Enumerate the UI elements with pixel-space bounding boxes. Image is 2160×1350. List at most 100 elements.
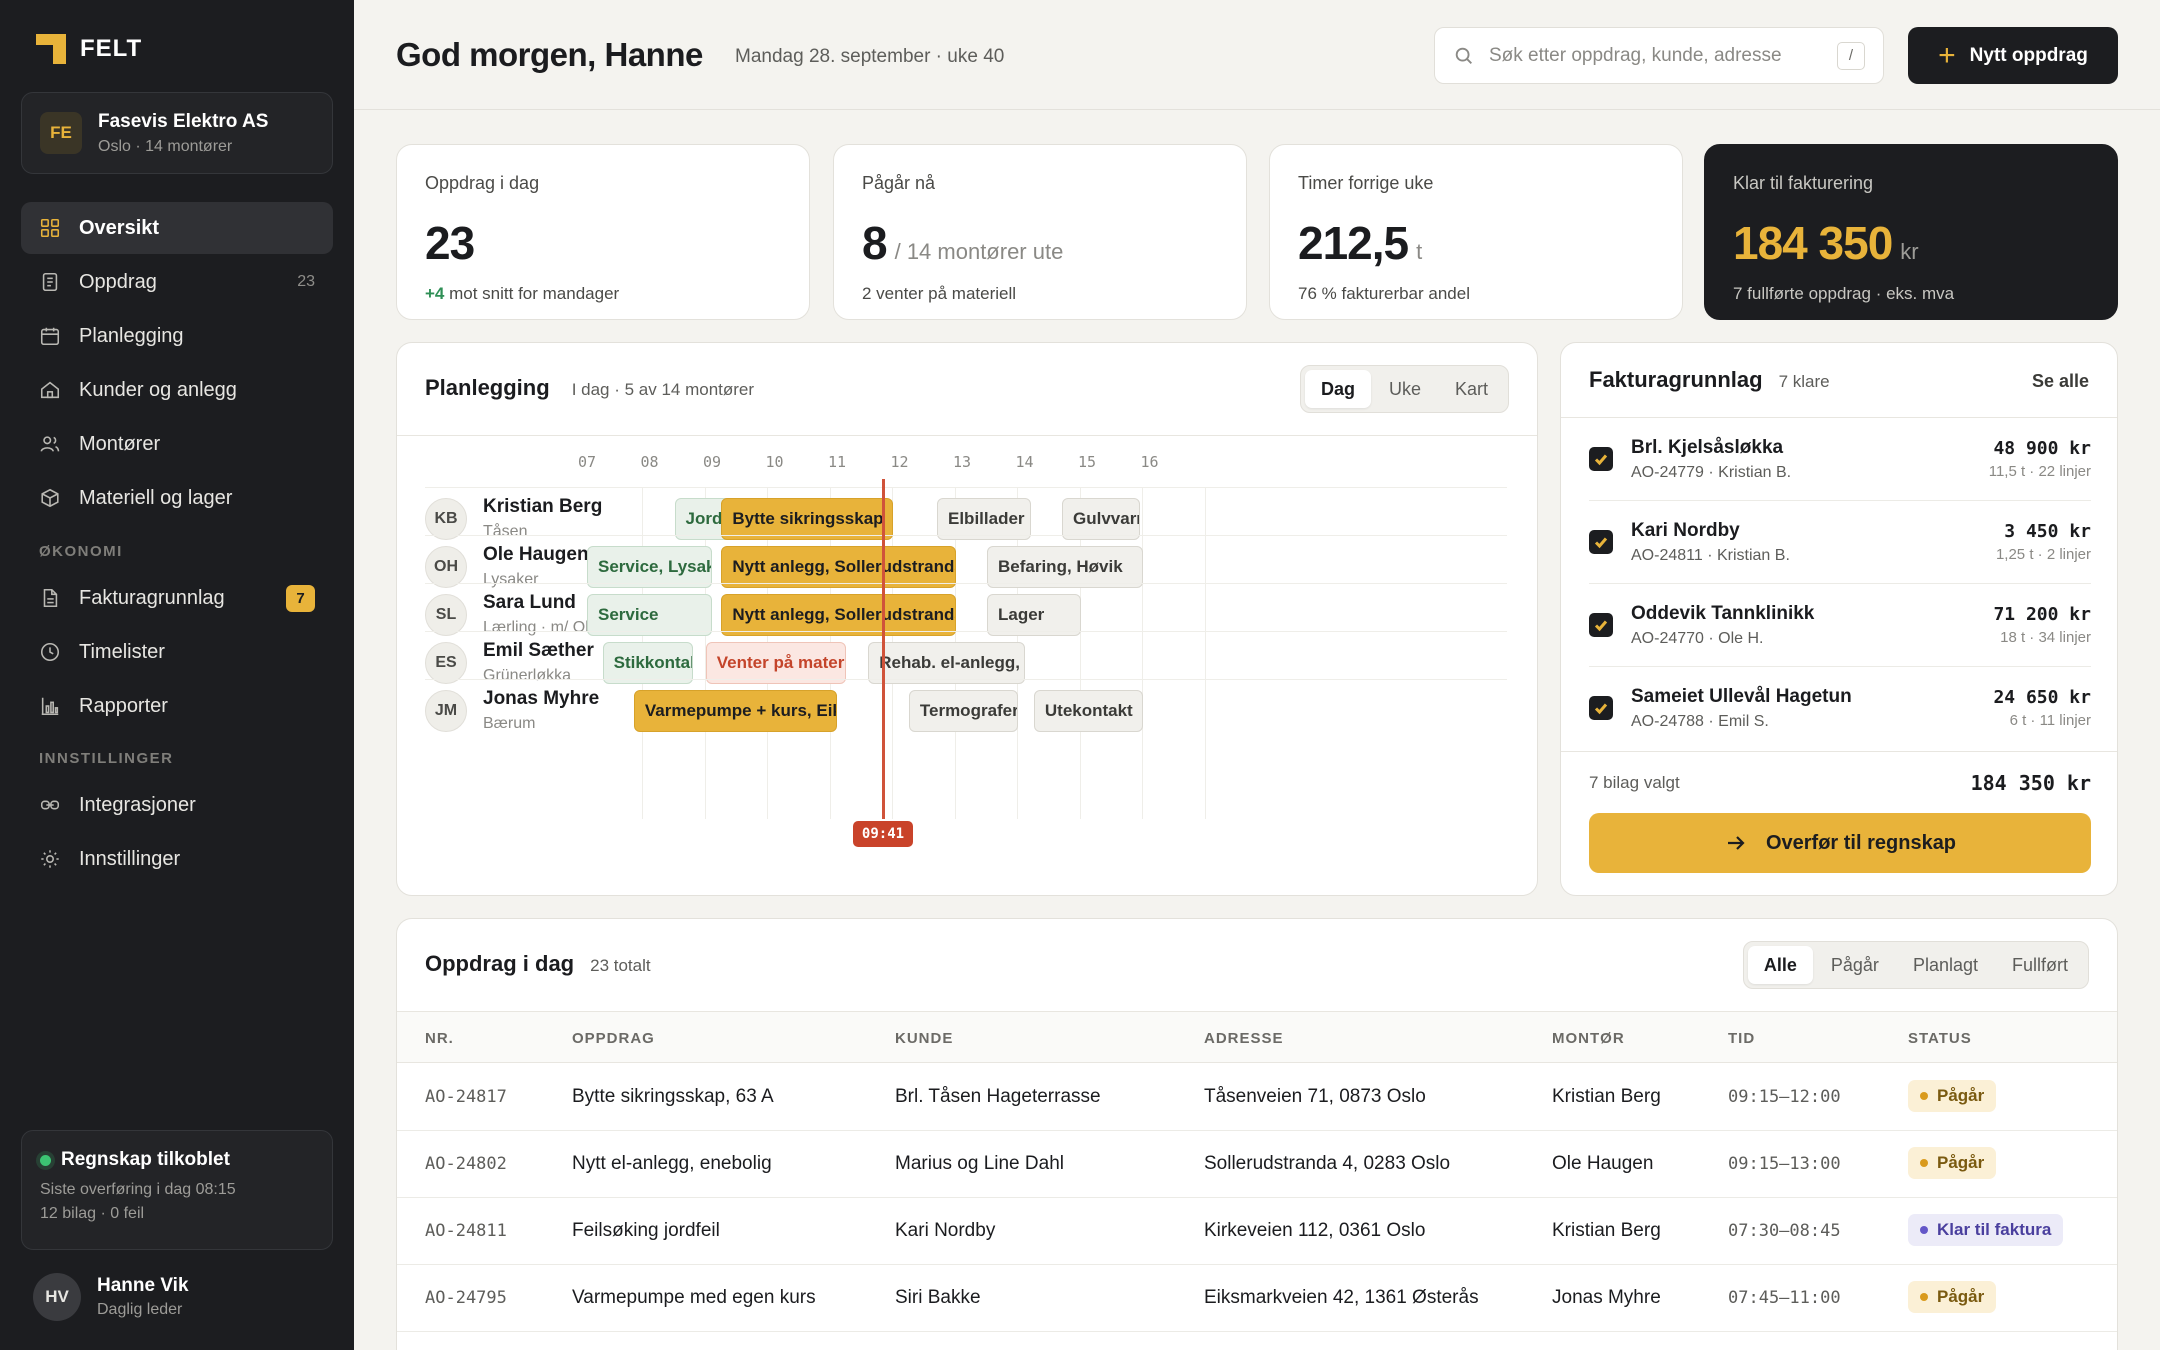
invoice-count: 7 klare: [1778, 372, 1830, 391]
filter-tab-fullfort[interactable]: Fullført: [1996, 946, 2084, 984]
view-tab-kart[interactable]: Kart: [1439, 370, 1504, 408]
stat-card-jobs-today[interactable]: Oppdrag i dag 23 +4 mot snitt for mandag…: [396, 144, 810, 320]
schedule-block[interactable]: Nytt anlegg, Sollerudstranda 4: [721, 546, 956, 588]
table-row[interactable]: AO-24795 Varmepumpe med egen kurs Siri Bak…: [397, 1265, 2117, 1332]
clock-icon: [40, 642, 60, 662]
schedule-block[interactable]: Rehab. el-anlegg, Markveien: [868, 642, 1025, 684]
filter-tab-planlagt[interactable]: Planlagt: [1897, 946, 1994, 984]
technician-name: Ole Haugen: [1552, 1153, 1654, 1174]
schedule-block[interactable]: Service, Lysaker: [587, 546, 712, 588]
sidebar-item-kunder[interactable]: Kunder og anlegg: [21, 364, 333, 416]
hour-gridline: [1204, 487, 1206, 819]
transfer-to-accounting-button[interactable]: Overfør til regnskap: [1589, 813, 2091, 873]
sync-title: Regnskap tilkoblet: [61, 1149, 230, 1170]
user-menu[interactable]: HV Hanne Vik Daglig leder: [33, 1273, 189, 1321]
accounting-sync-status[interactable]: Regnskap tilkoblet Siste overføring i da…: [21, 1130, 333, 1250]
org-name: Fasevis Elektro AS: [98, 110, 269, 132]
stat-card-ready-to-invoice[interactable]: Klar til fakturering 184 350 kr 7 fullfør…: [1704, 144, 2118, 320]
hour-tick-label: 09: [703, 453, 722, 471]
sidebar-item-rapporter[interactable]: Rapporter: [21, 680, 333, 732]
sidebar-item-planlegging[interactable]: Planlegging: [21, 310, 333, 362]
avatar: SL: [425, 593, 467, 636]
status-badge: Pågår: [1908, 1281, 1997, 1313]
column-header-tid[interactable]: TID: [1728, 1030, 1755, 1047]
invoice-row[interactable]: Oddevik Tannklinikk AO-24770 · Ole H. 71 2…: [1589, 584, 2091, 666]
technician-jm[interactable]: JM Jonas Myhre Bærum: [425, 688, 599, 733]
schedule-block[interactable]: Venter på materiell: [705, 642, 847, 684]
invoice-row[interactable]: Sameiet Ullevål Hagetun AO-24788 · Emil S…: [1589, 667, 2091, 749]
time-range: 09:15–12:00: [1728, 1087, 1841, 1107]
row-checkbox[interactable]: [1589, 447, 1613, 471]
planning-title: Planlegging: [425, 375, 550, 400]
schedule-block[interactable]: Stikkontakter: [602, 642, 694, 684]
schedule-block[interactable]: Bytte sikringsskap: [721, 498, 894, 540]
filter-tab-pagar[interactable]: Pågår: [1815, 946, 1895, 984]
see-all-link[interactable]: Se alle: [2032, 371, 2089, 392]
sidebar-item-label: Fakturagrunnlag: [79, 586, 225, 609]
table-row[interactable]: AO-24802 Nytt el-anlegg, enebolig Marius o…: [397, 1131, 2117, 1198]
filter-tab-alle[interactable]: Alle: [1747, 946, 1813, 984]
sidebar-item-fakturagrunnlag[interactable]: Fakturagrunnlag 7: [21, 572, 333, 624]
stat-card-hours[interactable]: Timer forrige uke 212,5 t 76 % fakturerba…: [1269, 144, 1683, 320]
sidebar-item-integrasjoner[interactable]: Integrasjoner: [21, 779, 333, 831]
table-row[interactable]: AO-24817 Bytte sikringsskap, 63 A Brl. Tås…: [397, 1064, 2117, 1131]
customer-name: Brl. Tåsen Hageterrasse: [895, 1086, 1101, 1107]
search-box[interactable]: /: [1434, 27, 1884, 84]
sidebar-item-oversikt[interactable]: Oversikt: [21, 202, 333, 254]
schedule-block[interactable]: Varmepumpe + kurs, Eiksmarka: [633, 690, 837, 732]
hour-tick-label: 16: [1140, 453, 1159, 471]
avatar: KB: [425, 497, 467, 540]
job-number: AO-24811: [425, 1221, 507, 1241]
sync-summary: 12 bilag · 0 feil: [40, 1205, 145, 1222]
page-title: God morgen, Hanne: [396, 36, 703, 73]
nav-section-innstillinger: INNSTILLINGER: [39, 749, 174, 767]
schedule-block[interactable]: Utekontakt: [1033, 690, 1144, 732]
schedule-block[interactable]: Gulvvarme: [1062, 498, 1141, 540]
column-header-status[interactable]: STATUS: [1908, 1030, 1972, 1047]
row-checkbox[interactable]: [1589, 696, 1613, 720]
view-tab-uke[interactable]: Uke: [1373, 370, 1437, 408]
sidebar-item-label: Materiell og lager: [79, 486, 233, 509]
hour-tick-label: 11: [828, 453, 847, 471]
schedule-block[interactable]: Termografering: [908, 690, 1019, 732]
column-header-adresse[interactable]: ADRESSE: [1204, 1030, 1284, 1047]
stat-unit: t: [1416, 239, 1423, 264]
column-header-montor[interactable]: MONTØR: [1552, 1030, 1625, 1047]
sidebar-item-materiell[interactable]: Materiell og lager: [21, 472, 333, 524]
schedule-block[interactable]: Nytt anlegg, Sollerudstranda 4: [721, 594, 956, 636]
job-address: Kirkeveien 112, 0361 Oslo: [1204, 1220, 1426, 1241]
sidebar-item-label: Montører: [79, 432, 161, 455]
column-header-kunde[interactable]: KUNDE: [895, 1030, 953, 1047]
search-input[interactable]: [1489, 44, 1823, 67]
clipboard-icon: [42, 272, 58, 292]
new-job-button[interactable]: + Nytt oppdrag: [1908, 27, 2118, 84]
table-row[interactable]: AO-24811 Feilsøking jordfeil Kari Nordby Ki…: [397, 1198, 2117, 1265]
customer-name: Marius og Line Dahl: [895, 1153, 1064, 1174]
invoice-row[interactable]: Brl. Kjelsåsløkka AO-24779 · Kristian B. 4…: [1589, 418, 2091, 500]
jobs-header: Oppdrag i dag 23 totalt: [425, 951, 651, 977]
schedule-block[interactable]: Service: [587, 594, 712, 636]
view-tab-dag[interactable]: Dag: [1304, 370, 1371, 408]
stat-value: 212,5 t: [1298, 216, 1654, 270]
sidebar-item-oppdrag[interactable]: Oppdrag 23: [21, 256, 333, 308]
organization-switcher[interactable]: FE Fasevis Elektro AS Oslo · 14 montører: [21, 92, 333, 174]
row-checkbox[interactable]: [1589, 530, 1613, 554]
invoice-row[interactable]: Kari Nordby AO-24811 · Kristian B. 3 450 k…: [1589, 501, 2091, 583]
schedule-block[interactable]: Befaring, Høvik: [987, 546, 1144, 588]
stat-value: 184 350 kr: [1733, 216, 2089, 270]
sidebar-item-timelister[interactable]: Timelister: [21, 626, 333, 678]
brand[interactable]: FELT: [36, 34, 142, 64]
stat-card-in-progress[interactable]: Pågår nå 8/ 14 montører ute 2 venter på …: [833, 144, 1247, 320]
column-header-oppdrag[interactable]: OPPDRAG: [572, 1030, 655, 1047]
sidebar-item-innstillinger[interactable]: Innstillinger: [21, 833, 333, 885]
schedule-block[interactable]: Elbillader ×2: [937, 498, 1031, 540]
row-divider: [425, 583, 1507, 584]
sidebar-item-montorer[interactable]: Montører: [21, 418, 333, 470]
stat-value: 8/ 14 montører ute: [862, 216, 1218, 270]
row-divider: [425, 631, 1507, 632]
job-number: AO-24817: [425, 1087, 507, 1107]
schedule-block[interactable]: Lager: [987, 594, 1081, 636]
column-header-nr[interactable]: NR.: [425, 1030, 454, 1047]
row-checkbox[interactable]: [1589, 613, 1613, 637]
invoice-info: Oddevik Tannklinikk AO-24770 · Ole H.: [1631, 603, 1814, 648]
